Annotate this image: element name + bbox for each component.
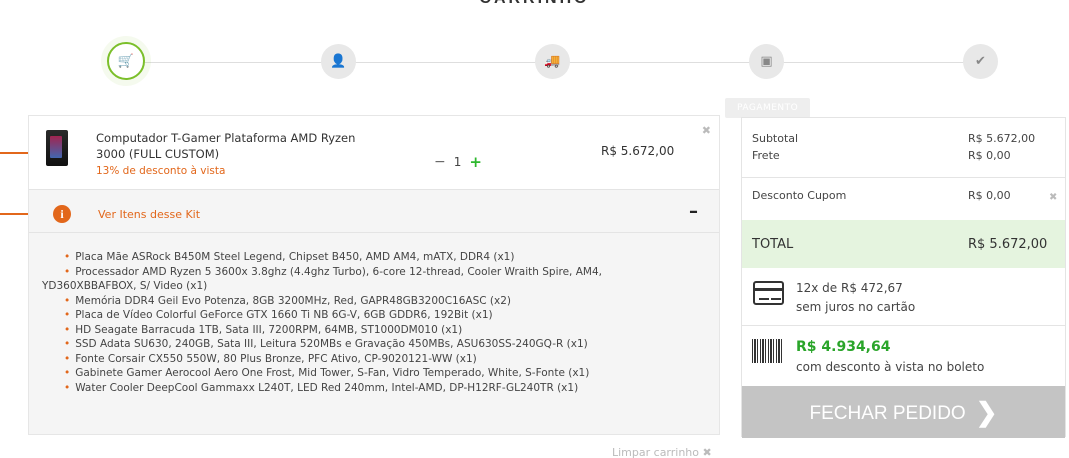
user-icon[interactable]: 👤 xyxy=(321,44,356,79)
info-icon: i xyxy=(53,205,71,223)
checkout-stepper: 🛒 👤 🚚 ▣ ✔ PAGAMENTO xyxy=(0,40,1069,118)
installments-text: 12x de R$ 472,67 xyxy=(796,281,903,295)
divider xyxy=(742,325,1065,326)
product-discount: 13% de desconto à vista xyxy=(96,165,226,177)
quantity-decrease-button[interactable]: − xyxy=(434,154,446,170)
checkout-button[interactable]: FECHAR PEDIDO ❯ xyxy=(742,386,1065,438)
cart-icon[interactable]: 🛒 xyxy=(107,42,145,80)
kit-items-list: • Placa Mãe ASRock B450M Steel Legend, Ch… xyxy=(42,250,682,395)
cart-item-row: Computador T-Gamer Plataforma AMD Ryzen … xyxy=(29,116,719,190)
frete-label: Frete xyxy=(752,149,780,162)
list-item: • HD Seagate Barracuda 1TB, Sata III, 720… xyxy=(64,323,463,336)
item-price: R$ 5.672,00 xyxy=(601,144,675,158)
barcode-icon xyxy=(752,339,782,363)
kit-collapse-icon[interactable]: – xyxy=(689,201,698,222)
money-icon[interactable]: ▣ xyxy=(749,44,784,79)
remove-cupom-icon[interactable]: ✖ xyxy=(1049,192,1057,203)
chevron-right-icon: ❯ xyxy=(975,397,998,427)
list-item: • Gabinete Gamer Aerocool Aero One Frost,… xyxy=(64,367,590,379)
quantity-value: 1 xyxy=(453,155,462,169)
subtotal-label: Subtotal xyxy=(752,132,799,145)
total-label: TOTAL xyxy=(752,237,794,252)
list-item: • Processador AMD Ryzen 5 3600x 3.8ghz (4… xyxy=(42,265,602,293)
kit-header[interactable]: i Ver Itens desse Kit – xyxy=(29,191,719,233)
product-name[interactable]: Computador T-Gamer Plataforma AMD Ryzen … xyxy=(96,130,386,162)
list-item: • Placa Mãe ASRock B450M Steel Legend, Ch… xyxy=(64,251,515,263)
list-item: • Fonte Corsair CX550 550W, 80 Plus Bronz… xyxy=(64,352,477,365)
credit-card-icon xyxy=(753,281,784,305)
remove-item-icon[interactable]: ✖ xyxy=(702,124,711,137)
boleto-price: R$ 4.934,64 xyxy=(796,339,891,355)
cart-page: CARRINHO 🛒 👤 🚚 ▣ ✔ PAGAMENTO Computador … xyxy=(0,0,1069,458)
subtotal-value: R$ 5.672,00 xyxy=(968,132,1036,145)
check-icon[interactable]: ✔ xyxy=(963,44,998,79)
cupom-value: R$ 0,00 xyxy=(968,189,1011,202)
list-item: • Memória DDR4 Geil Evo Potenza, 8GB 3200… xyxy=(64,294,511,307)
truck-icon[interactable]: 🚚 xyxy=(535,44,570,79)
total-row: TOTAL R$ 5.672,00 xyxy=(742,220,1065,268)
product-image[interactable] xyxy=(46,130,68,166)
total-value: R$ 5.672,00 xyxy=(968,237,1048,252)
quantity-increase-button[interactable]: + xyxy=(469,153,482,171)
frete-value: R$ 0,00 xyxy=(968,149,1011,162)
installments-note: sem juros no cartão xyxy=(796,300,916,314)
list-item: • SSD Adata SU630, 240GB, Sata III, Leitu… xyxy=(64,338,588,350)
list-item: • Water Cooler DeepCool Gammaxx L240T, LE… xyxy=(64,381,579,394)
clear-cart-link[interactable]: Limpar carrinho ✖ xyxy=(612,446,712,458)
divider xyxy=(742,177,1065,178)
boleto-description: com desconto à vista no boleto xyxy=(796,360,985,374)
page-title: CARRINHO xyxy=(0,0,1069,8)
step-tooltip-payment: PAGAMENTO xyxy=(725,98,811,118)
quantity-stepper: − 1 + xyxy=(434,153,482,171)
kit-items-toggle-link[interactable]: Ver Itens desse Kit xyxy=(98,208,200,221)
order-summary: Subtotal R$ 5.672,00 Frete R$ 0,00 Desco… xyxy=(741,117,1066,438)
checkout-button-label: FECHAR PEDIDO xyxy=(809,403,966,424)
list-item: • Placa de Vídeo Colorful GeForce GTX 166… xyxy=(64,309,493,321)
cupom-label: Desconto Cupom xyxy=(752,189,847,202)
